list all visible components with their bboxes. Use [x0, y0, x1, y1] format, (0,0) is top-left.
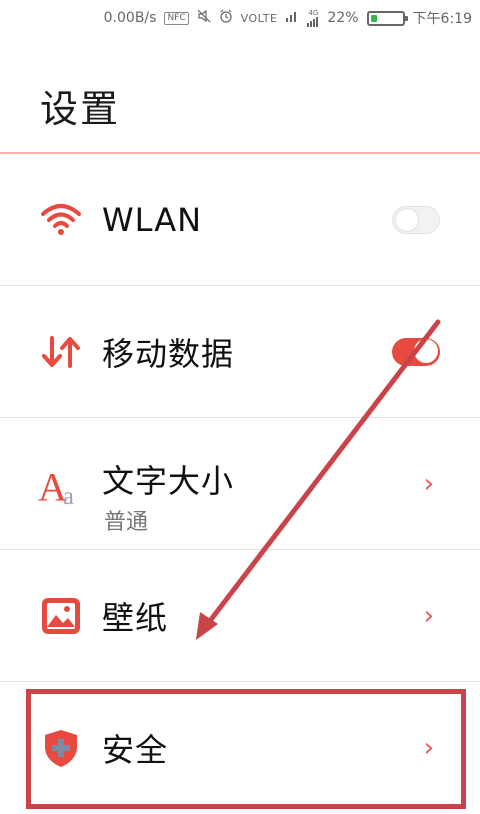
status-bar: 0.00B/s NFC VOLTE 4G 22% 下午6:19 [0, 0, 480, 36]
settings-item-security[interactable]: 安全 › [0, 682, 480, 814]
chevron-right-icon: › [423, 468, 434, 499]
signal-icon [285, 10, 299, 26]
settings-item-font-size[interactable]: A a 文字大小 普通 › [0, 418, 480, 550]
toggle-knob [414, 338, 438, 363]
settings-item-wlan[interactable]: WLAN [0, 154, 480, 286]
wifi-icon [38, 197, 84, 243]
battery-icon [366, 10, 408, 26]
settings-item-mobile-data[interactable]: 移动数据 [0, 286, 480, 418]
svg-text:a: a [63, 483, 74, 507]
alarm-icon [219, 9, 233, 27]
settings-list: WLAN 移动数据 A a 文字大小 普通 › 壁纸 › 安全 › [0, 154, 480, 814]
mobile-data-toggle[interactable] [392, 337, 440, 366]
settings-item-label: 安全 [102, 731, 169, 769]
wlan-toggle[interactable] [392, 205, 440, 234]
font-size-icon: A a [38, 461, 84, 507]
settings-item-label: 移动数据 [102, 334, 235, 373]
toggle-knob [395, 207, 419, 232]
page-title: 设置 [40, 87, 121, 131]
volte-label: VOLTE [240, 11, 278, 25]
nfc-icon: NFC [164, 11, 189, 25]
signal-4g-icon: 4G [307, 9, 319, 27]
mute-icon [197, 9, 211, 27]
settings-header: 设置 [0, 36, 480, 154]
settings-item-wallpaper[interactable]: 壁纸 › [0, 550, 480, 682]
data-transfer-arrows-icon [38, 329, 84, 375]
image-icon [38, 593, 84, 639]
chevron-right-icon: › [423, 600, 434, 631]
settings-item-label: 壁纸 [102, 598, 169, 637]
settings-item-label: WLAN [102, 200, 203, 239]
font-size-value: 普通 [104, 510, 149, 535]
clock: 下午6:19 [412, 11, 472, 27]
battery-percent: 22% [327, 10, 359, 26]
chevron-right-icon: › [423, 733, 434, 763]
network-speed: 0.00B/s [103, 10, 157, 26]
shield-plus-icon [38, 725, 84, 771]
settings-item-label: 文字大小 [102, 462, 235, 500]
